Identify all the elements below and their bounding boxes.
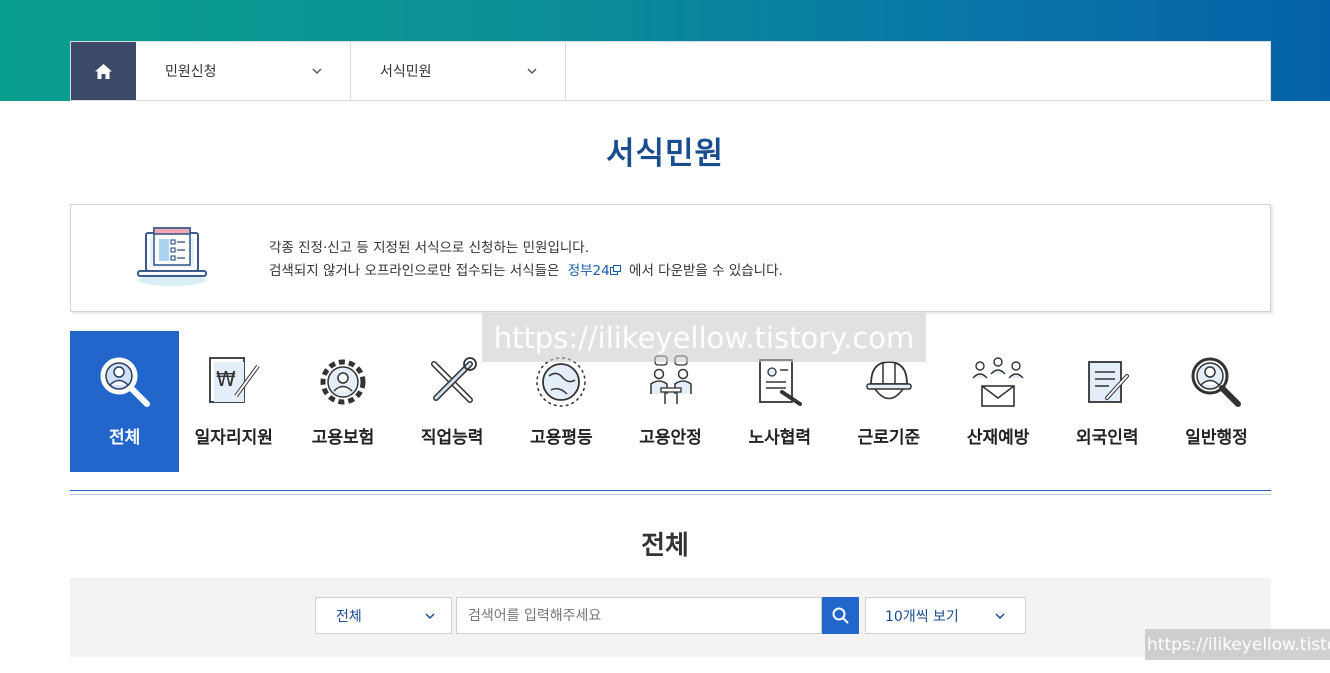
won-document-icon: ₩ xyxy=(208,357,260,403)
tab-label: 고용보험 xyxy=(311,428,375,448)
chevron-down-icon xyxy=(425,612,435,619)
svg-text:₩: ₩ xyxy=(216,367,236,391)
tab-label: 노사협력 xyxy=(748,428,811,448)
tab-label: 일자리지원 xyxy=(194,428,273,448)
info-box: 각종 진정·신고 등 지정된 서식으로 신청하는 민원입니다. 검색되지 않거나… xyxy=(70,204,1271,312)
nav-dropdown-menu2[interactable]: 서식민원 xyxy=(351,42,566,100)
helmet-icon xyxy=(866,361,912,400)
tab-label: 외국인력 xyxy=(1076,428,1139,448)
nav-dropdown-label: 민원신청 xyxy=(165,64,217,80)
tab-label: 산재예방 xyxy=(966,428,1030,448)
chevron-down-icon xyxy=(312,68,322,74)
tab-label: 일반행정 xyxy=(1185,428,1248,448)
gear-person-icon xyxy=(320,359,366,405)
home-icon xyxy=(95,63,112,79)
laptop-form-icon xyxy=(137,227,207,286)
tab-general-admin[interactable]: 일반행정 xyxy=(1162,331,1271,472)
globe-cycle-icon xyxy=(536,357,587,407)
gov24-link[interactable]: 정부24 xyxy=(568,263,621,279)
page-title: 서식민원 xyxy=(605,136,725,172)
tab-label: 전체 xyxy=(108,428,141,448)
tab-employment-insurance[interactable]: 고용보험 xyxy=(288,331,397,472)
watermark-corner: https://ilikeyellow.tistory.com xyxy=(1145,629,1330,660)
info-line2-after: 에서 다운받을 수 있습니다. xyxy=(629,263,783,279)
category-select-value: 전체 xyxy=(336,608,362,625)
tab-job-support[interactable]: ₩ 일자리지원 xyxy=(179,331,288,472)
home-button[interactable] xyxy=(71,42,136,100)
tools-icon xyxy=(431,357,478,403)
people-mail-icon xyxy=(972,357,1024,407)
chevron-down-icon xyxy=(527,68,537,74)
info-text: 각종 진정·신고 등 지정된 서식으로 신청하는 민원입니다. 검색되지 않거나… xyxy=(269,237,783,283)
tab-label: 고용평등 xyxy=(530,428,593,448)
form-pen-icon xyxy=(1088,361,1130,403)
gov24-link-label: 정부24 xyxy=(567,263,610,279)
section-title: 전체 xyxy=(641,531,689,561)
search-button[interactable] xyxy=(822,597,859,634)
page-size-select[interactable]: 10개씩 보기 xyxy=(865,597,1026,634)
external-link-icon xyxy=(609,265,621,275)
info-line2: 검색되지 않거나 오프라인으로만 접수되는 서식들은 정부24 에서 다운받을 … xyxy=(269,260,783,283)
contract-icon xyxy=(758,359,802,406)
nav-dropdown-menu1[interactable]: 민원신청 xyxy=(136,42,351,100)
search-input[interactable] xyxy=(456,597,822,634)
meeting-icon xyxy=(649,355,692,404)
tab-label: 근로기준 xyxy=(857,428,921,448)
tab-all[interactable]: 전체 xyxy=(70,331,180,472)
search-bar: 전체 10개씩 보기 xyxy=(70,578,1271,657)
tab-accident-prevention[interactable]: 산재예방 xyxy=(944,331,1053,472)
tab-foreign-workforce[interactable]: 외국인력 xyxy=(1053,331,1162,472)
nav-dropdown-label: 서식민원 xyxy=(380,64,432,80)
page-size-select-value: 10개씩 보기 xyxy=(885,608,959,625)
info-line1: 각종 진정·신고 등 지정된 서식으로 신청하는 민원입니다. xyxy=(269,240,589,256)
breadcrumb-nav: 민원신청 서식민원 xyxy=(70,41,1271,101)
watermark: https://ilikeyellow.tistory.com xyxy=(482,313,926,362)
tab-label: 고용안정 xyxy=(639,428,702,448)
person-search-icon xyxy=(100,357,150,407)
chevron-down-icon xyxy=(995,612,1005,619)
person-search-icon xyxy=(1191,357,1242,407)
section-divider xyxy=(70,490,1271,495)
category-select[interactable]: 전체 xyxy=(315,597,452,634)
tab-label: 직업능력 xyxy=(420,428,484,448)
info-line2-before: 검색되지 않거나 오프라인으로만 접수되는 서식들은 xyxy=(269,263,560,279)
search-icon xyxy=(832,607,849,624)
